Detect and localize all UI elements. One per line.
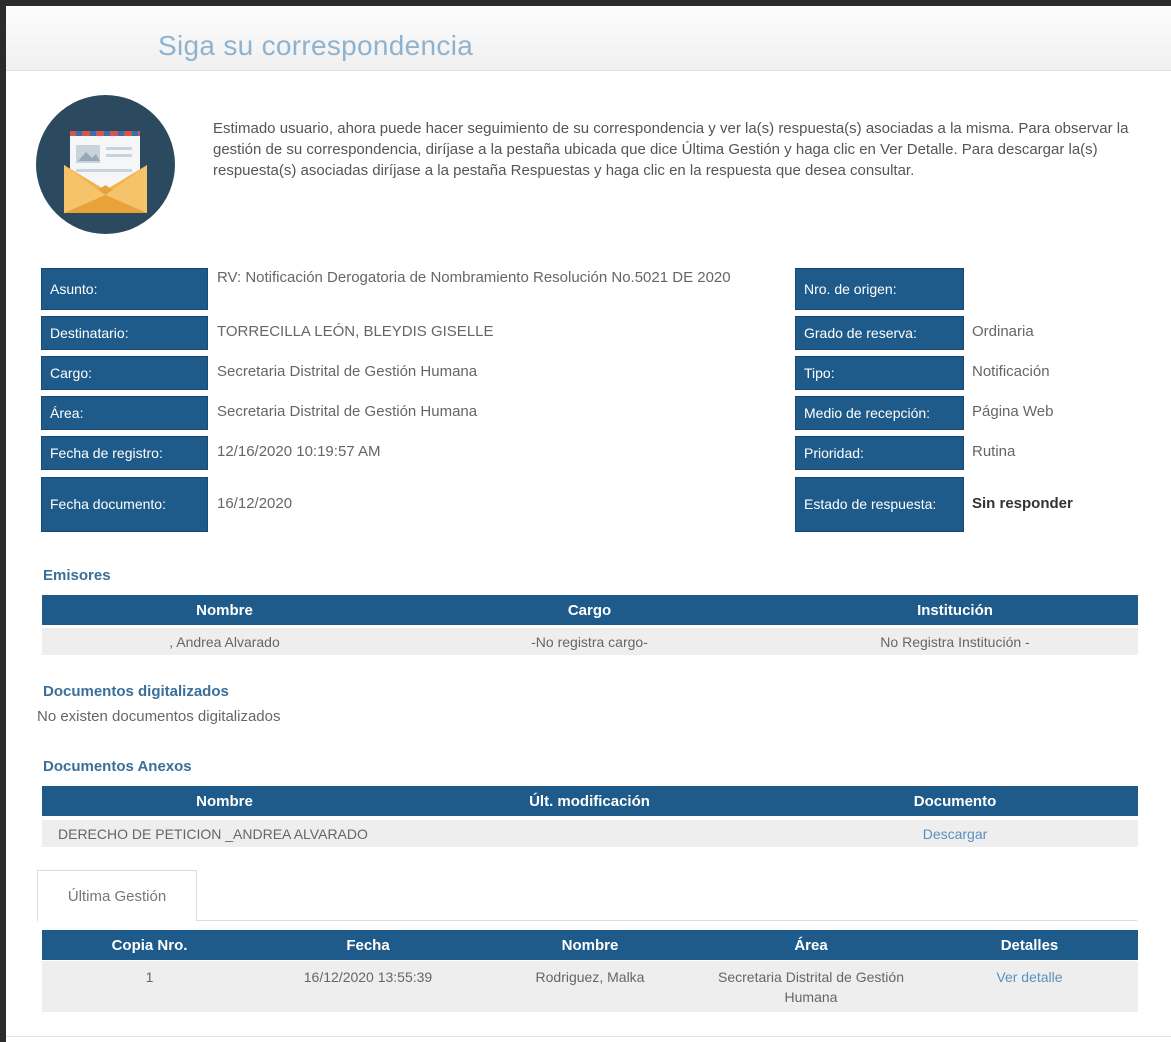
cargo-value: Secretaria Distrital de Gestión Humana [217, 363, 478, 380]
fecha-documento-value: 16/12/2020 [217, 495, 293, 512]
intro-text: Estimado usuario, ahora puede hacer segu… [213, 120, 1129, 179]
gestion-copia: 1 [145, 969, 154, 985]
page-header: Siga su correspondencia [6, 6, 1171, 71]
descargar-link[interactable]: Descargar [772, 820, 1138, 847]
fecha-registro-label: Fecha de registro: [41, 436, 208, 470]
prioridad-label: Prioridad: [795, 436, 964, 470]
destinatario-value: TORRECILLA LEÓN, BLEYDIS GISELLE [217, 323, 494, 340]
fecha-documento-label: Fecha documento: [41, 477, 208, 532]
grado-reserva-value: Ordinaria [972, 323, 1034, 340]
medio-recepcion-label: Medio de recepción: [795, 396, 964, 430]
emisor-cargo: -No registra cargo- [531, 633, 648, 650]
bottom-divider [6, 1036, 1171, 1037]
area-value: Secretaria Distrital de Gestión Humana [217, 403, 478, 420]
anexos-header: Nombre Últ. modificación Documento [42, 786, 1138, 816]
anexos-col-nombre: Nombre [196, 792, 253, 810]
asunto-value: RV: Notificación Derogatoria de Nombrami… [217, 269, 731, 286]
destinatario-label: Destinatario: [41, 316, 208, 350]
gestion-row: 1 16/12/2020 13:55:39 Rodriguez, Malka S… [42, 961, 1138, 1012]
nro-origen-label: Nro. de origen: [795, 268, 964, 310]
tab-divider [197, 920, 1137, 921]
anexo-modificacion [407, 820, 772, 847]
documentos-anexos-title: Documentos Anexos [43, 758, 192, 775]
gestion-col-fecha: Fecha [346, 936, 390, 954]
anexos-col-modificacion: Últ. modificación [529, 792, 650, 810]
anexos-col-documento: Documento [913, 792, 997, 810]
cargo-label: Cargo: [41, 356, 208, 390]
gestion-fecha: 16/12/2020 13:55:39 [303, 969, 433, 985]
tipo-label: Tipo: [795, 356, 964, 390]
anexos-row: DERECHO DE PETICION _ANDREA ALVARADO Des… [42, 820, 1138, 847]
gestion-area: Secretaria Distrital de Gestión Humana [718, 969, 904, 1005]
emisores-col-cargo: Cargo [567, 601, 612, 619]
emisores-col-institucion: Institución [917, 601, 993, 619]
estado-respuesta-value: Sin responder [972, 495, 1073, 512]
asunto-label: Asunto: [41, 268, 208, 310]
page-title: Siga su correspondencia [158, 30, 474, 61]
grado-reserva-label: Grado de reserva: [795, 316, 964, 350]
emisor-institucion: No Registra Institución - [880, 633, 1030, 650]
gestion-col-detalles: Detalles [1000, 936, 1059, 954]
emisor-nombre: , Andrea Alvarado [169, 633, 280, 650]
ver-detalle-link[interactable]: Ver detalle [921, 961, 1138, 985]
documentos-digitalizados-title: Documentos digitalizados [43, 683, 229, 700]
emisores-col-nombre: Nombre [196, 601, 253, 619]
prioridad-value: Rutina [972, 443, 1016, 460]
emisores-title: Emisores [43, 567, 111, 584]
anexo-nombre: DERECHO DE PETICION _ANDREA ALVARADO [58, 825, 368, 842]
gestion-header: Copia Nro. Fecha Nombre Área Detalles [42, 930, 1138, 960]
tab-ultima-gestion[interactable]: Última Gestión [37, 870, 197, 921]
gestion-col-nombre: Nombre [561, 936, 619, 954]
area-label: Área: [41, 396, 208, 430]
gestion-col-copia: Copia Nro. [111, 936, 188, 954]
gestion-col-area: Área [794, 936, 828, 954]
gestion-nombre: Rodriguez, Malka [535, 969, 645, 985]
estado-respuesta-label: Estado de respuesta: [795, 477, 964, 532]
documentos-digitalizados-message: No existen documentos digitalizados [37, 708, 281, 725]
tipo-value: Notificación [972, 363, 1050, 380]
fecha-registro-value: 12/16/2020 10:19:57 AM [217, 443, 381, 460]
medio-recepcion-value: Página Web [972, 403, 1054, 420]
emisores-header: Nombre Cargo Institución [42, 595, 1138, 625]
emisores-row: , Andrea Alvarado -No registra cargo- No… [42, 628, 1138, 655]
envelope-letter-icon [36, 95, 175, 234]
